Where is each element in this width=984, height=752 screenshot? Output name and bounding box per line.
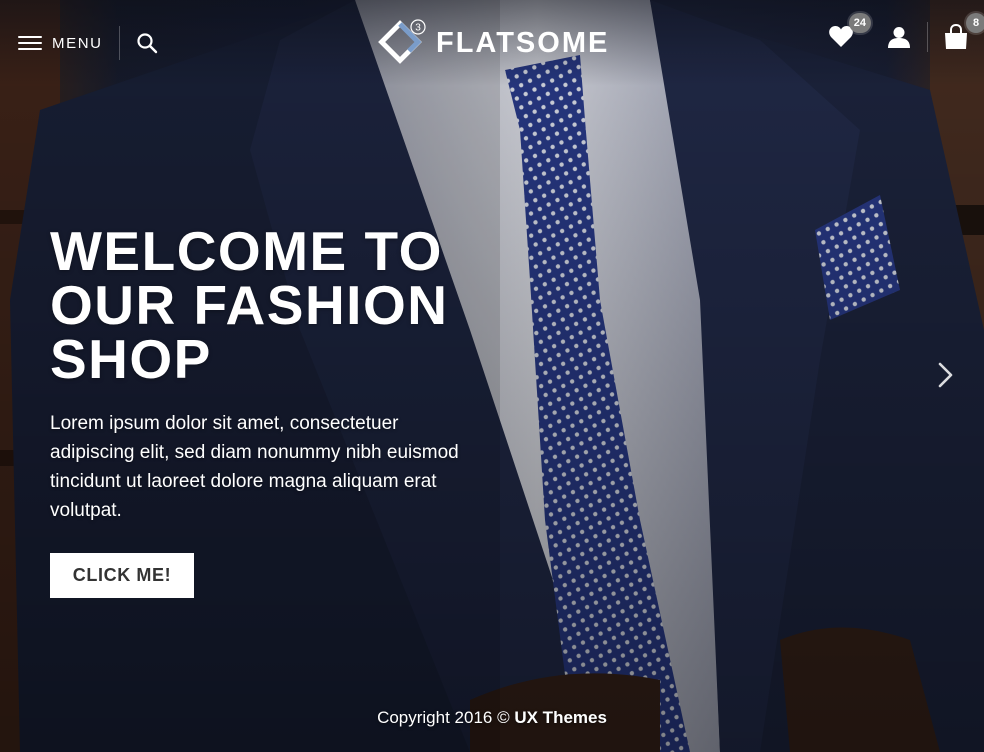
- logo-text: FLATSOME: [436, 26, 610, 59]
- header-divider-right: [927, 22, 928, 52]
- headline-line-3: SHOP: [50, 328, 212, 390]
- site-header: MENU 3 FLATSOME 24 8: [0, 0, 984, 86]
- wishlist-button[interactable]: 24: [827, 13, 871, 51]
- cart-button[interactable]: 8: [942, 13, 984, 51]
- header-left-nav: MENU: [18, 25, 158, 61]
- menu-label: MENU: [52, 34, 103, 52]
- user-icon: [888, 27, 910, 48]
- hero-content: WELCOME TO OUR FASHION SHOP Lorem ipsum …: [50, 224, 490, 598]
- menu-button[interactable]: MENU: [18, 34, 103, 52]
- headline-line-1: WELCOME TO: [50, 220, 443, 282]
- hamburger-icon: [18, 34, 42, 52]
- search-icon[interactable]: [136, 32, 158, 54]
- chevron-right-icon[interactable]: [930, 360, 960, 390]
- site-logo[interactable]: 3 FLATSOME: [376, 18, 609, 68]
- flatsome-logo-icon: 3: [378, 19, 426, 64]
- shopping-bag-icon: [945, 24, 967, 49]
- headline-line-2: OUR FASHION: [50, 274, 449, 336]
- hero-description: Lorem ipsum dolor sit amet, consectetuer…: [50, 413, 459, 521]
- click-me-button[interactable]: CLICK ME!: [50, 553, 194, 598]
- copyright-brand-link[interactable]: UX Themes: [514, 708, 607, 727]
- copyright-footer: Copyright 2016 © UX Themes: [0, 708, 984, 728]
- account-button[interactable]: [885, 23, 913, 51]
- hero-headline: WELCOME TO OUR FASHION SHOP: [50, 220, 490, 390]
- header-divider: [118, 26, 120, 60]
- copyright-text: Copyright 2016 ©: [377, 708, 510, 727]
- hero-slider: MENU 3 FLATSOME 24 8 WELCOME TO OUR FASH…: [0, 0, 984, 752]
- cart-count-badge: 8: [966, 13, 984, 33]
- header-right-nav: 24 8: [827, 13, 984, 52]
- logo-version: 3: [415, 23, 421, 34]
- wishlist-count-badge: 24: [848, 13, 871, 33]
